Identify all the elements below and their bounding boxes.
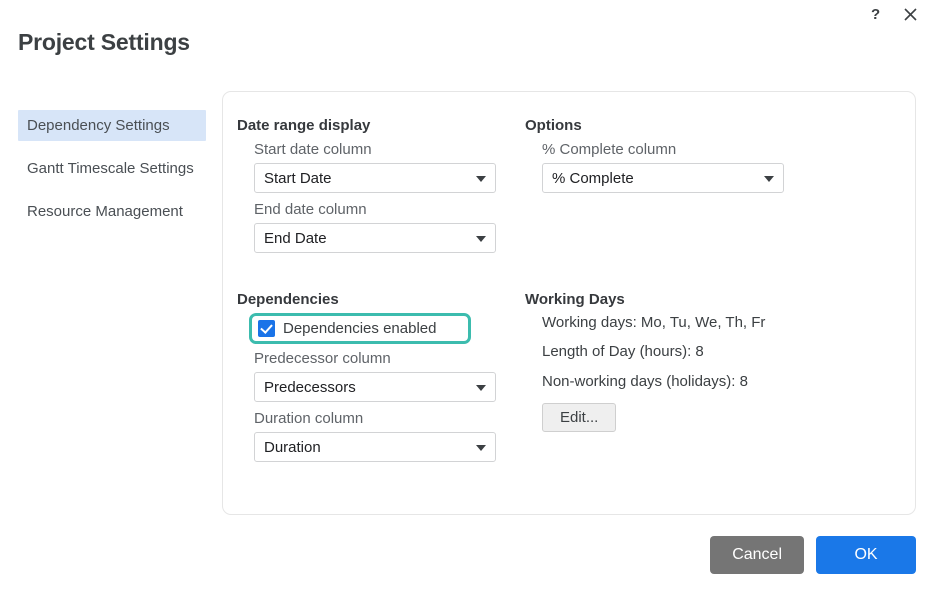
- close-icon[interactable]: [900, 4, 920, 24]
- ok-button[interactable]: OK: [816, 536, 916, 574]
- start-date-column-label: Start date column: [254, 141, 372, 158]
- left-column: Date range display Start date column Sta…: [223, 117, 516, 468]
- sidebar-item-label: Gantt Timescale Settings: [27, 160, 194, 178]
- chevron-down-icon: [476, 385, 486, 391]
- dependencies-enabled-checkbox-row[interactable]: Dependencies enabled: [249, 313, 471, 344]
- date-range-display-heading: Date range display: [237, 117, 371, 134]
- sidebar-item-label: Dependency Settings: [27, 117, 170, 134]
- sidebar: Dependency Settings Gantt Timescale Sett…: [18, 110, 206, 240]
- edit-working-days-button[interactable]: Edit...: [542, 402, 617, 432]
- chevron-down-icon: [476, 236, 486, 242]
- page-title: Project Settings: [18, 29, 190, 55]
- sidebar-item-dependency-settings[interactable]: Dependency Settings: [18, 110, 206, 142]
- duration-column-select[interactable]: Duration: [254, 432, 496, 462]
- predecessor-column-value: Predecessors: [264, 378, 356, 396]
- svg-text:?: ?: [871, 7, 880, 22]
- end-date-column-label: End date column: [254, 201, 367, 218]
- start-date-column-value: Start Date: [264, 169, 332, 187]
- window-controls: ?: [867, 4, 920, 24]
- start-date-column-select[interactable]: Start Date: [254, 163, 496, 193]
- help-icon[interactable]: ?: [867, 4, 887, 24]
- predecessor-column-label: Predecessor column: [254, 350, 391, 367]
- sidebar-item-resource-management[interactable]: Resource Management: [18, 196, 206, 227]
- sidebar-item-gantt-timescale-settings[interactable]: Gantt Timescale Settings: [18, 153, 206, 184]
- checkbox-checked-icon[interactable]: [258, 320, 275, 337]
- sidebar-item-label: Resource Management: [27, 203, 183, 221]
- settings-panel: Date range display Start date column Sta…: [222, 91, 916, 515]
- predecessor-column-select[interactable]: Predecessors: [254, 372, 496, 402]
- length-of-day-line: Length of Day (hours): 8: [542, 343, 704, 361]
- duration-column-label: Duration column: [254, 410, 364, 427]
- percent-complete-column-value: % Complete: [552, 169, 634, 187]
- options-heading: Options: [525, 117, 582, 134]
- working-days-line: Working days: Mo, Tu, We, Th, Fr: [542, 314, 766, 331]
- chevron-down-icon: [476, 445, 486, 451]
- dependencies-heading: Dependencies: [237, 291, 339, 308]
- percent-complete-column-select[interactable]: % Complete: [542, 163, 784, 193]
- non-working-days-line: Non-working days (holidays): 8: [542, 372, 748, 390]
- end-date-column-select[interactable]: End Date: [254, 223, 496, 253]
- dialog-footer: Cancel OK: [710, 536, 916, 574]
- chevron-down-icon: [764, 176, 774, 182]
- end-date-column-value: End Date: [264, 229, 327, 247]
- dependencies-enabled-label: Dependencies enabled: [283, 320, 437, 337]
- duration-column-value: Duration: [264, 438, 321, 456]
- cancel-button[interactable]: Cancel: [710, 536, 804, 574]
- right-column: Options % Complete column % Complete Wor…: [516, 117, 896, 468]
- working-days-heading: Working Days: [525, 291, 625, 308]
- percent-complete-column-label: % Complete column: [542, 141, 677, 158]
- chevron-down-icon: [476, 176, 486, 182]
